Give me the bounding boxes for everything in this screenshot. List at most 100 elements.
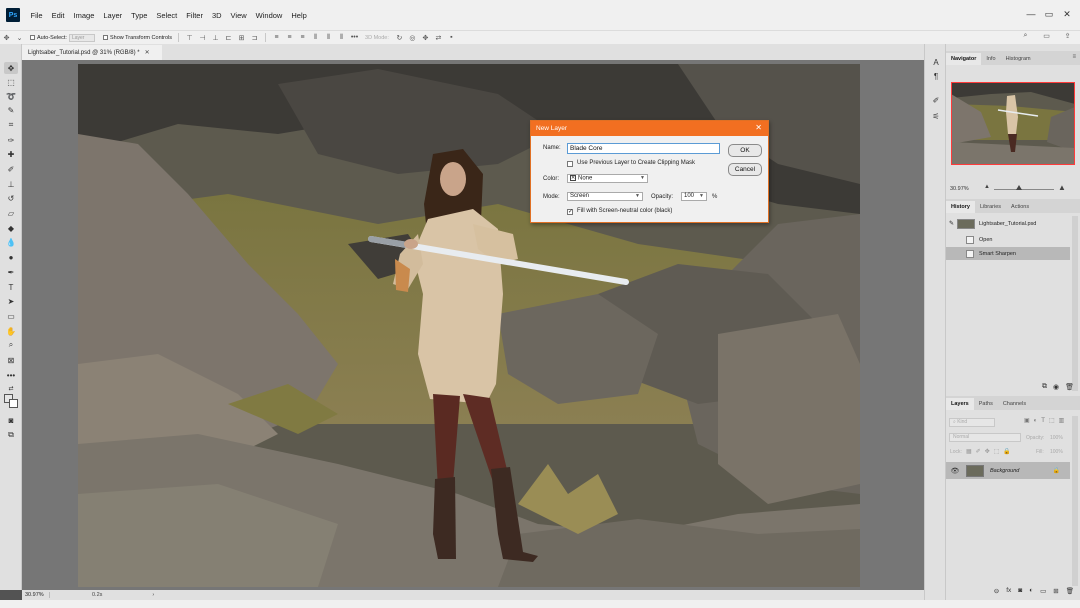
tab-info[interactable]: Info [981, 53, 1000, 65]
share-icon[interactable]: ⇪ [1063, 32, 1072, 40]
blend-mode-select[interactable]: Normal [949, 433, 1021, 442]
history-scrollbar[interactable] [1072, 216, 1078, 391]
hand-tool-icon[interactable]: ✋ [4, 325, 18, 337]
workspace-icon[interactable]: ▭ [1042, 32, 1051, 40]
document-tab[interactable]: Lightsaber_Tutorial.psd @ 31% (RGB/8) * … [22, 45, 162, 60]
quick-mask-icon[interactable]: ◙ [4, 414, 18, 426]
3d-scale-icon[interactable]: ▪ [447, 34, 456, 42]
distribute-bottom-icon[interactable]: ≡ [298, 34, 307, 42]
align-left-icon[interactable]: ⊏ [224, 34, 233, 42]
more-tools-icon[interactable]: ••• [4, 369, 18, 381]
opacity-field[interactable]: 100 ▼ [681, 192, 707, 201]
background-color-swatch[interactable] [9, 399, 18, 408]
distribute-top-icon[interactable]: ≡ [272, 34, 281, 42]
properties-panel-icon[interactable]: ⚟ [930, 112, 942, 122]
clipping-mask-checkbox[interactable] [567, 161, 573, 167]
history-snapshot[interactable]: ✎ Lightsaber_Tutorial.psd [946, 217, 1070, 230]
swap-colors-icon[interactable]: ⇄ [4, 382, 18, 394]
layer-filter-icons[interactable]: ▣◐T⬚▥ [1024, 417, 1068, 424]
new-layer-icon[interactable]: ⊞ [1053, 587, 1058, 595]
clone-stamp-tool-icon[interactable]: ⊥ [4, 178, 18, 190]
edit-toolbar-icon[interactable]: ⊠ [4, 354, 18, 366]
lock-options-icons[interactable]: ▦✐✥⬚🔒 [966, 448, 1015, 455]
path-select-tool-icon[interactable]: ➤ [4, 295, 18, 307]
delete-layer-icon[interactable]: 🗑 [1066, 587, 1074, 595]
menu-layer[interactable]: Layer [99, 11, 127, 20]
zoom-in-icon[interactable]: ▲ [1058, 183, 1066, 192]
panel-menu-icon[interactable]: ≡ [1072, 54, 1076, 60]
history-item[interactable]: Open [946, 233, 1070, 246]
cancel-button[interactable]: Cancel [728, 163, 762, 176]
lasso-tool-icon[interactable]: ➰ [4, 90, 18, 102]
status-menu-arrow-icon[interactable]: › [152, 592, 154, 598]
adjustment-layer-icon[interactable]: ◐ [1029, 587, 1033, 595]
healing-brush-tool-icon[interactable]: ✚ [4, 148, 18, 160]
distribute-hcenter-icon[interactable]: ⦀ [324, 34, 333, 42]
menu-select[interactable]: Select [152, 11, 182, 20]
align-vcenter-icon[interactable]: ⊣ [198, 34, 207, 42]
navigator-zoom-value[interactable]: 30.97% [950, 186, 969, 192]
menu-filter[interactable]: Filter [182, 11, 208, 20]
show-transform-checkbox[interactable] [102, 35, 108, 40]
close-tab-icon[interactable]: ✕ [145, 49, 150, 56]
opacity-value[interactable]: 100% [1050, 435, 1063, 441]
restore-button[interactable]: ▭ [1042, 8, 1056, 20]
eyedropper-tool-icon[interactable]: ✑ [4, 134, 18, 146]
new-group-icon[interactable]: ▭ [1040, 587, 1046, 595]
paragraph-panel-icon[interactable]: ¶ [930, 72, 942, 82]
navigator-view-frame[interactable] [951, 82, 1075, 165]
mode-select[interactable]: Screen ▼ [567, 192, 643, 201]
move-tool-icon[interactable]: ✥ [4, 62, 18, 74]
tab-actions[interactable]: Actions [1006, 201, 1034, 213]
tab-history[interactable]: History [946, 201, 975, 213]
tab-navigator[interactable]: Navigator [946, 53, 982, 65]
delete-state-icon[interactable]: 🗑 [1065, 383, 1074, 391]
close-icon[interactable]: ✕ [755, 123, 762, 132]
menu-file[interactable]: File [26, 11, 47, 20]
move-tool-icon[interactable]: ✥ [2, 34, 11, 42]
history-brush-source-icon[interactable]: ✎ [949, 220, 954, 227]
auto-select-checkbox[interactable] [30, 35, 35, 40]
tool-preset-dropdown-icon[interactable]: ⌄ [15, 34, 24, 42]
minimize-button[interactable]: — [1024, 8, 1038, 20]
brush-tool-icon[interactable]: ✐ [4, 163, 18, 175]
lock-icon[interactable]: 🔒 [1053, 467, 1060, 474]
menu-image[interactable]: Image [69, 11, 99, 20]
3d-rotate-icon[interactable]: ↻ [395, 34, 404, 42]
type-tool-icon[interactable]: T [4, 281, 18, 293]
align-right-icon[interactable]: ⊐ [250, 34, 259, 42]
color-select[interactable]: ✕ None ▼ [567, 174, 648, 183]
eye-icon[interactable]: 👁 [950, 467, 960, 475]
menu-type[interactable]: Type [127, 11, 152, 20]
fill-value[interactable]: 100% [1050, 449, 1063, 455]
ok-button[interactable]: OK [728, 144, 762, 157]
navigator-thumbnail[interactable] [951, 82, 1075, 165]
crop-tool-icon[interactable]: ⌗ [4, 119, 18, 131]
rectangle-tool-icon[interactable]: ▭ [4, 310, 18, 322]
history-brush-tool-icon[interactable]: ↺ [4, 192, 18, 204]
align-bottom-icon[interactable]: ⊥ [211, 34, 220, 42]
auto-select-dropdown[interactable]: Layer [68, 33, 95, 42]
tab-histogram[interactable]: Histogram [1001, 53, 1036, 65]
dodge-tool-icon[interactable]: ● [4, 251, 18, 263]
zoom-level[interactable]: 30.97% [22, 592, 50, 598]
zoom-out-icon[interactable]: ▲ [984, 184, 990, 190]
eraser-tool-icon[interactable]: ▱ [4, 207, 18, 219]
search-icon[interactable]: ⌕ [1021, 32, 1030, 40]
3d-roll-icon[interactable]: ◎ [408, 34, 417, 42]
menu-window[interactable]: Window [251, 11, 287, 20]
tab-channels[interactable]: Channels [998, 398, 1031, 410]
menu-edit[interactable]: Edit [47, 11, 69, 20]
marquee-tool-icon[interactable]: ⬚ [4, 76, 18, 88]
zoom-tool-icon[interactable]: ⌕ [4, 339, 18, 351]
add-mask-icon[interactable]: ◙ [1018, 587, 1022, 595]
character-panel-icon[interactable]: A [930, 58, 942, 68]
layers-scrollbar[interactable] [1072, 416, 1078, 586]
distribute-left-icon[interactable]: ⦀ [311, 34, 320, 42]
screen-mode-icon[interactable]: ⧉ [4, 429, 18, 441]
paint-bucket-tool-icon[interactable]: ◆ [4, 222, 18, 234]
3d-pan-icon[interactable]: ✥ [421, 34, 430, 42]
tab-paths[interactable]: Paths [974, 398, 998, 410]
menu-view[interactable]: View [226, 11, 251, 20]
menu-3d[interactable]: 3D [207, 11, 226, 20]
